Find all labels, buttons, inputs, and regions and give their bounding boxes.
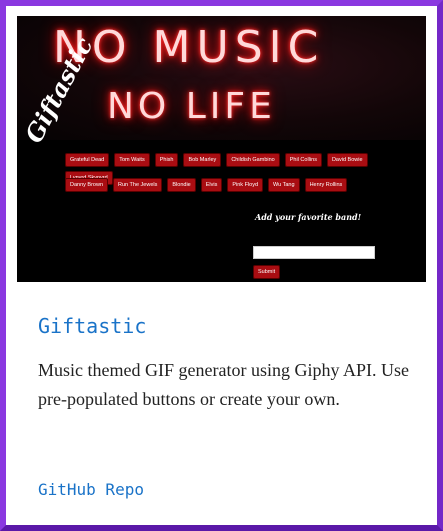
project-title: Giftastic: [38, 314, 147, 338]
band-button: Tom Waits: [114, 153, 150, 167]
add-band-input: [253, 246, 375, 259]
band-button: Grateful Dead: [65, 153, 110, 167]
project-description: Music themed GIF generator using Giphy A…: [38, 360, 409, 409]
band-button: Phish: [154, 153, 179, 167]
band-button: Phil Collins: [284, 153, 322, 167]
submit-button: Submit: [253, 265, 281, 279]
band-button: Danny Brown: [65, 178, 109, 192]
band-button: Blondie: [167, 178, 196, 192]
band-button: Elvis: [200, 178, 223, 192]
banner-line-2: NO LIFE: [107, 86, 276, 127]
band-button: Pink Floyd: [227, 178, 264, 192]
card-inner: NO MUSIC NO LIFE Giftastic Grateful Dead…: [17, 16, 426, 521]
project-screenshot: NO MUSIC NO LIFE Giftastic Grateful Dead…: [17, 16, 426, 282]
band-button: Wu Tang: [268, 178, 300, 192]
band-button: Henry Rollins: [304, 178, 348, 192]
project-card: NO MUSIC NO LIFE Giftastic Grateful Dead…: [0, 0, 443, 531]
add-band-label: Add your favorite band!: [255, 212, 362, 222]
band-button: Run The Jewels: [113, 178, 163, 192]
band-buttons-row-2: Danny Brown Run The Jewels Blondie Elvis Pin…: [65, 178, 395, 192]
github-repo-link[interactable]: GitHub Repo: [38, 480, 144, 499]
band-button: David Bowie: [326, 153, 368, 167]
band-button: Childish Gambino: [226, 153, 280, 167]
band-button: Bob Marley: [183, 153, 222, 167]
